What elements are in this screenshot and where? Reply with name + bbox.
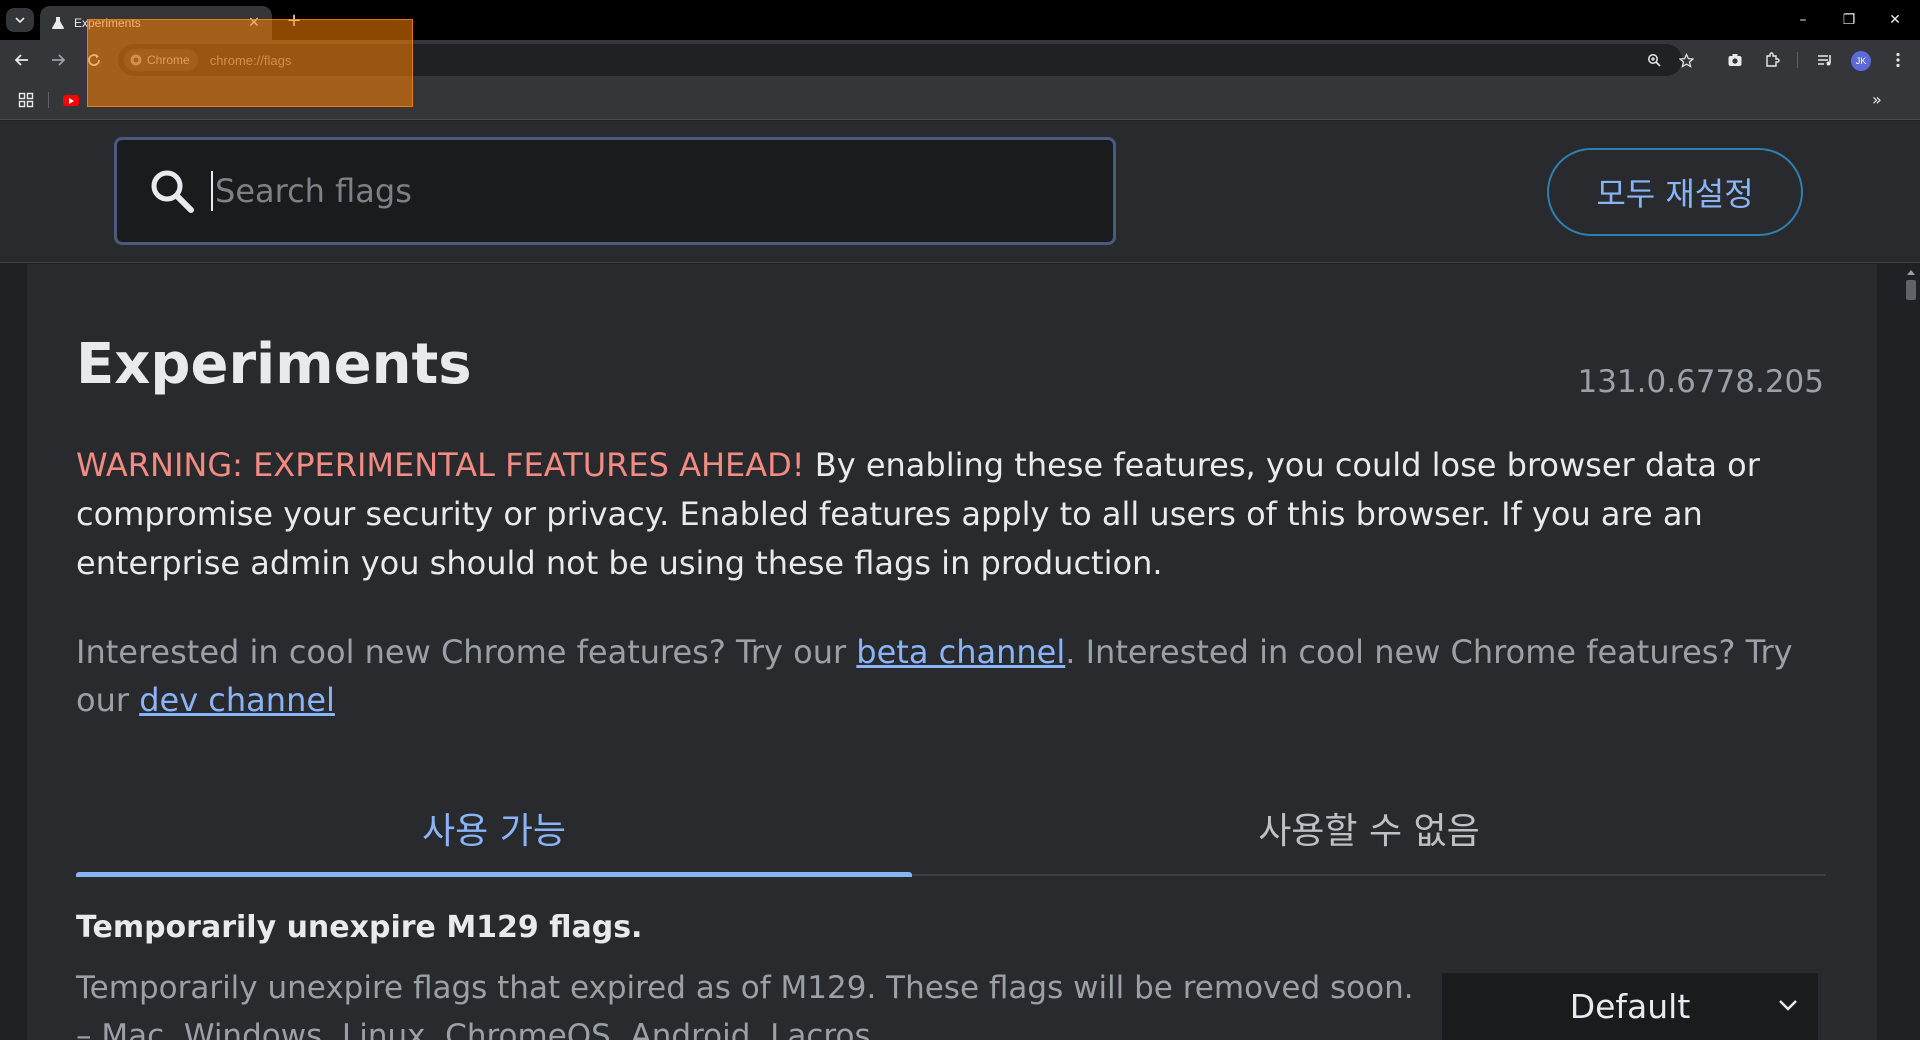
chevron-down-icon <box>15 17 25 24</box>
profile-avatar[interactable]: JK <box>1851 51 1871 71</box>
chip-label: Chrome <box>147 53 190 67</box>
url-text[interactable]: chrome://flags <box>210 53 292 68</box>
page-title: Experiments <box>76 332 472 397</box>
more-menu-icon[interactable] <box>1888 50 1908 70</box>
minimize-button[interactable]: – <box>1780 0 1826 40</box>
forward-button[interactable] <box>44 46 72 74</box>
close-window-button[interactable]: ✕ <box>1872 0 1918 40</box>
scrollbar[interactable] <box>1902 264 1920 1040</box>
tab-experiments[interactable]: Experiments ✕ <box>40 6 272 40</box>
back-button[interactable] <box>8 46 36 74</box>
channel-text-1: Interested in cool new Chrome features? … <box>76 633 857 671</box>
flag-state-select[interactable]: Default <box>1442 973 1818 1040</box>
version-label: 131.0.6778.205 <box>1577 364 1824 400</box>
channel-promo: Interested in cool new Chrome features? … <box>76 628 1836 724</box>
chevron-down-icon <box>1779 1000 1797 1011</box>
reload-icon <box>88 54 100 66</box>
flags-header: 모두 재설정 <box>0 121 1920 263</box>
beta-channel-link[interactable]: beta channel <box>856 633 1065 671</box>
zoom-icon[interactable] <box>1646 52 1662 68</box>
search-container[interactable] <box>114 137 1116 245</box>
new-tab-button[interactable]: + <box>282 8 306 32</box>
arrow-left-icon <box>14 54 28 66</box>
scroll-thumb[interactable] <box>1906 280 1916 300</box>
tab-search-button[interactable] <box>6 8 34 32</box>
flask-icon <box>50 15 66 31</box>
dev-channel-link[interactable]: dev channel <box>139 681 335 719</box>
tab-available[interactable]: 사용 가능 <box>76 780 912 876</box>
bookmarks-overflow-icon[interactable]: » <box>1872 90 1882 109</box>
flag-select-value: Default <box>1569 987 1691 1026</box>
chrome-icon <box>130 54 142 66</box>
warning-message: WARNING: EXPERIMENTAL FEATURES AHEAD! By… <box>76 441 1836 588</box>
site-info-chip[interactable]: Chrome <box>124 49 198 71</box>
flag-description: Temporarily unexpire flags that expired … <box>76 970 1414 1040</box>
bookmarks-bar: » <box>0 80 1920 120</box>
tab-title: Experiments <box>74 16 141 30</box>
active-tab-indicator <box>76 872 912 877</box>
tab-unavailable[interactable]: 사용할 수 없음 <box>912 780 1826 876</box>
reset-all-button[interactable]: 모두 재설정 <box>1547 148 1803 236</box>
warning-lead: WARNING: EXPERIMENTAL FEATURES AHEAD! <box>76 446 805 484</box>
screenshot-icon[interactable] <box>1725 50 1745 70</box>
apps-grid-icon[interactable] <box>18 92 34 108</box>
browser-toolbar: Chrome chrome://flags JK <box>0 40 1920 80</box>
extensions-icon[interactable] <box>1762 50 1782 70</box>
media-controls-icon[interactable] <box>1815 50 1835 70</box>
scroll-up-arrow-icon[interactable] <box>1907 270 1915 275</box>
reload-button[interactable] <box>80 46 108 74</box>
bookmarks-divider <box>48 92 49 108</box>
tab-strip: Experiments ✕ + – ❐ ✕ <box>0 0 1920 40</box>
bookmark-star-icon[interactable] <box>1678 52 1694 68</box>
flag-title: Temporarily unexpire M129 flags. <box>76 910 643 945</box>
restore-button[interactable]: ❐ <box>1826 0 1872 40</box>
search-flags-input[interactable] <box>211 171 1091 211</box>
flags-tabs: 사용 가능 사용할 수 없음 <box>76 780 1826 880</box>
youtube-icon[interactable] <box>63 95 79 106</box>
tab-close-icon[interactable]: ✕ <box>246 15 262 31</box>
arrow-right-icon <box>52 54 66 66</box>
address-bar[interactable]: Chrome chrome://flags <box>118 44 1694 76</box>
toolbar-divider <box>1797 52 1798 68</box>
search-icon <box>151 170 194 213</box>
